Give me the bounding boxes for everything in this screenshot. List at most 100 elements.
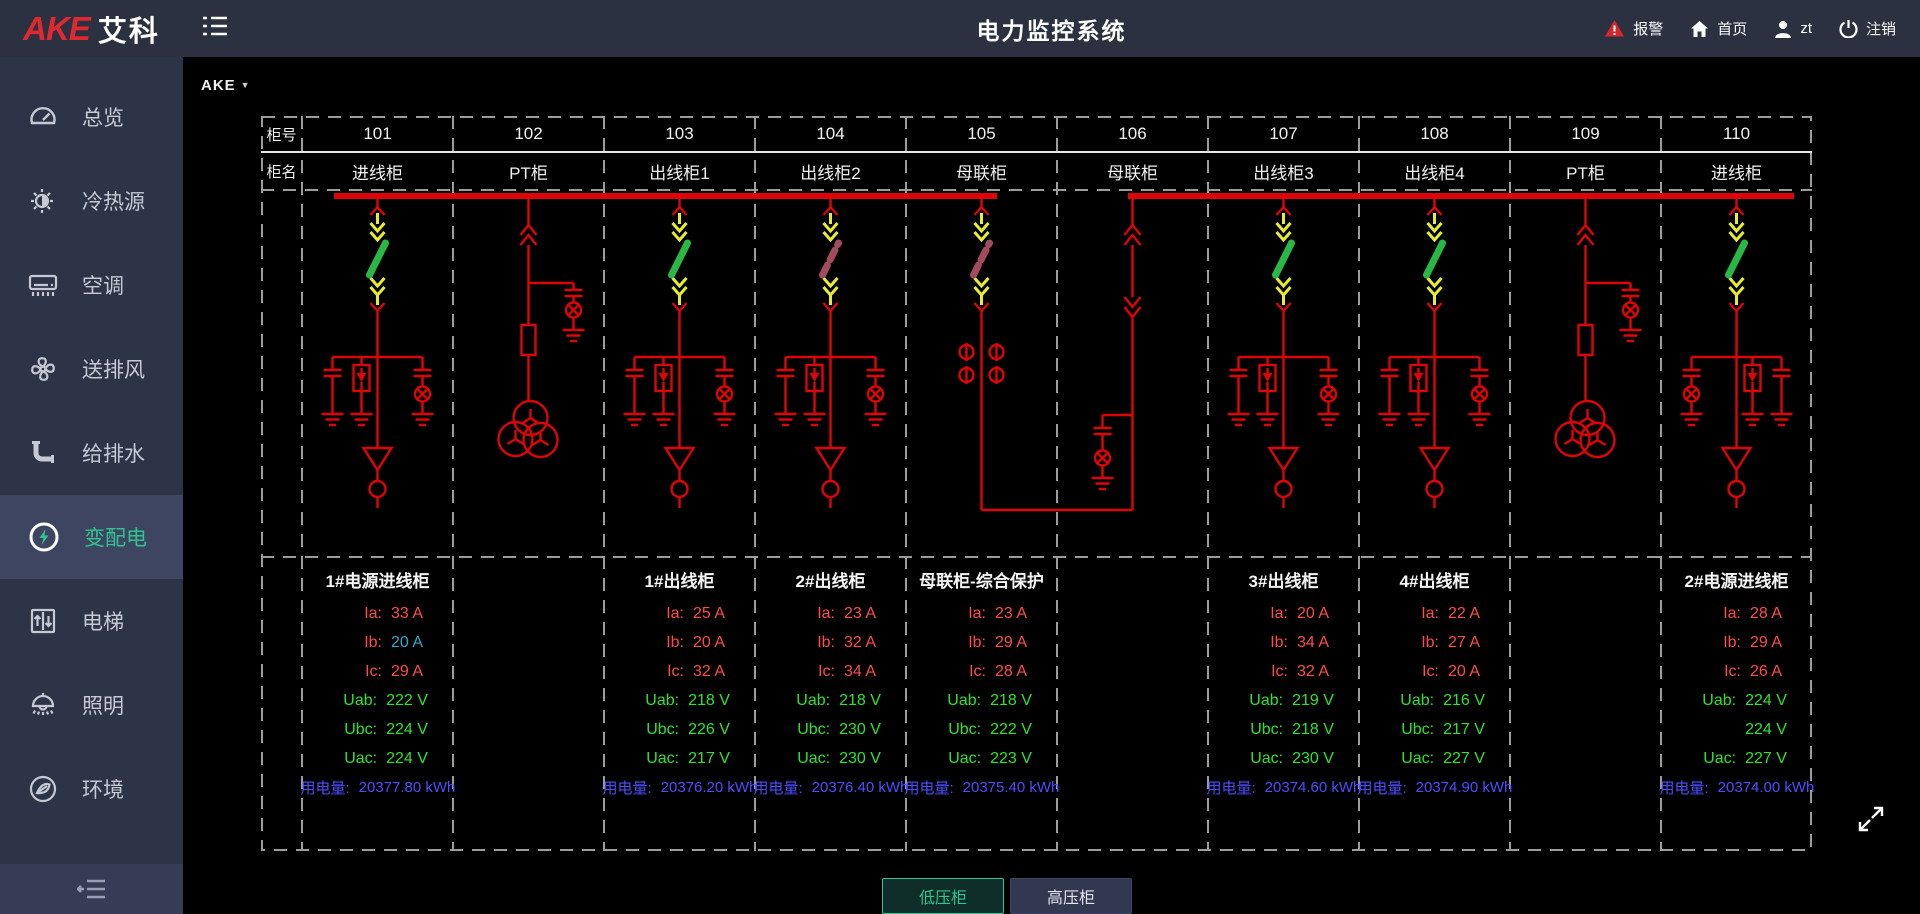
measurement-row: 用电量:20375.40 kWh (906, 773, 1057, 802)
data-cell: 2#电源进线柜Ia:28 AIb:29 AIc:26 AUab:224 V224… (1661, 557, 1812, 851)
measurement-row: Ic:28 A (906, 657, 1057, 686)
measurement-row: Ubc:222 V (906, 715, 1057, 744)
cabinet-no: 107 (1208, 116, 1359, 152)
collapse-menu-icon (77, 878, 107, 900)
cabinet-name: 出线柜4 (1359, 152, 1510, 190)
cabinet-name: 出线柜2 (755, 152, 906, 190)
region-selector[interactable]: AKE▼ (201, 77, 251, 94)
measurement-row: Uab:216 V (1359, 686, 1510, 715)
column-103-circuit (624, 199, 736, 508)
measurement-row: Uac:223 V (906, 744, 1057, 773)
pipe-icon (27, 437, 59, 469)
sidebar-item-hvac[interactable]: 空调 (0, 243, 183, 327)
measurement-row: Uab:218 V (755, 686, 906, 715)
sidebar-item-lighting[interactable]: 照明 (0, 663, 183, 747)
elevator-icon (27, 605, 59, 637)
user-icon (1774, 20, 1792, 38)
fullscreen-expand-icon[interactable] (1855, 803, 1887, 835)
cabinet-name: 母联柜 (906, 152, 1057, 190)
cabinet-no: 102 (453, 116, 604, 152)
panel-title: 3#出线柜 (1208, 565, 1359, 599)
measurement-row: Ia:23 A (906, 599, 1057, 628)
measurement-row: Uac:230 V (1208, 744, 1359, 773)
measurement-row: 用电量:20374.90 kWh (1359, 773, 1510, 802)
fan-icon (27, 353, 59, 385)
thermal-icon (27, 185, 59, 217)
low-voltage-tab[interactable]: 低压柜 (882, 878, 1004, 914)
cabinet-no: 103 (604, 116, 755, 152)
measurement-row: Uab:219 V (1208, 686, 1359, 715)
logo-text-en: AKE (23, 10, 90, 48)
alarm-button[interactable]: 报警 (1604, 18, 1663, 39)
measurement-row: Uab:222 V (302, 686, 453, 715)
menu-toggle-icon[interactable] (201, 14, 229, 43)
power-icon (1839, 19, 1858, 38)
breaker-107[interactable] (1276, 199, 1292, 315)
sidebar-collapse-button[interactable] (0, 864, 183, 914)
cabinet-no: 104 (755, 116, 906, 152)
measurement-row: Ia:22 A (1359, 599, 1510, 628)
column-110-circuit (1681, 199, 1793, 508)
cabinet-name: 进线柜 (1661, 152, 1812, 190)
measurement-row: Ib:27 A (1359, 628, 1510, 657)
data-row: 1#电源进线柜Ia:33 AIb:20 AIc:29 AUab:222 VUbc… (261, 557, 1812, 851)
measurement-row: 用电量:20376.20 kWh (604, 773, 755, 802)
single-line-diagram (261, 190, 1812, 557)
user-button[interactable]: zt (1774, 20, 1812, 38)
sidebar-nav: 总览 冷热源 空调 送排风 给排水 (0, 57, 183, 914)
measurement-row: Ia:20 A (1208, 599, 1359, 628)
sidebar-item-thermal[interactable]: 冷热源 (0, 159, 183, 243)
cabinet-name: 出线柜3 (1208, 152, 1359, 190)
breaker-101[interactable] (370, 199, 386, 315)
cabinet-name: PT柜 (1510, 152, 1661, 190)
measurement-row: Ib:20 A (604, 628, 755, 657)
measurement-row: Ib:29 A (1661, 628, 1812, 657)
breaker-110[interactable] (1729, 199, 1745, 315)
measurement-row: Uab:218 V (604, 686, 755, 715)
column-108-circuit (1379, 199, 1491, 508)
column-106-circuit (1092, 199, 1141, 510)
breaker-104[interactable] (823, 199, 839, 315)
panel-title: 4#出线柜 (1359, 565, 1510, 599)
cabinet-name: PT柜 (453, 152, 604, 190)
measurement-row: Ib:20 A (302, 628, 453, 657)
measurement-row: 用电量:20377.80 kWh (302, 773, 453, 802)
data-cell: 1#电源进线柜Ia:33 AIb:20 AIc:29 AUab:222 VUbc… (302, 557, 453, 851)
breaker-105[interactable] (974, 199, 990, 315)
column-107-circuit (1228, 199, 1340, 508)
measurement-row: 用电量:20376.40 kWh (755, 773, 906, 802)
power-distribution-icon (27, 520, 61, 554)
measurement-row: 224 V (1661, 715, 1812, 744)
logout-button[interactable]: 注销 (1839, 18, 1896, 39)
air-conditioner-icon (27, 269, 59, 301)
sidebar-item-elevator[interactable]: 电梯 (0, 579, 183, 663)
panel-title: 2#出线柜 (755, 565, 906, 599)
lamp-icon (27, 689, 59, 721)
sidebar-item-power-distribution[interactable]: 变配电 (0, 495, 183, 579)
measurement-row: Ubc:224 V (302, 715, 453, 744)
cabinet-no: 101 (302, 116, 453, 152)
measurement-row: Ic:34 A (755, 657, 906, 686)
measurement-row: 用电量:20374.60 kWh (1208, 773, 1359, 802)
cabinet-no-row: 柜号101102103104105106107108109110 (261, 116, 1812, 152)
measurement-row: Ib:34 A (1208, 628, 1359, 657)
home-button[interactable]: 首页 (1690, 18, 1747, 39)
measurement-row: Ic:32 A (1208, 657, 1359, 686)
sidebar-item-overview[interactable]: 总览 (0, 75, 183, 159)
measurement-row: Ic:20 A (1359, 657, 1510, 686)
breaker-108[interactable] (1427, 199, 1443, 315)
sidebar-item-fan[interactable]: 送排风 (0, 327, 183, 411)
panel-title: 1#电源进线柜 (302, 565, 453, 599)
sidebar-item-water[interactable]: 给排水 (0, 411, 183, 495)
measurement-row: Ia:33 A (302, 599, 453, 628)
measurement-row: Ia:23 A (755, 599, 906, 628)
panel-title: 1#出线柜 (604, 565, 755, 599)
column-101-circuit (322, 199, 434, 508)
breaker-103[interactable] (672, 199, 688, 315)
column-109-circuit (1556, 199, 1642, 457)
sidebar-item-environment[interactable]: 环境 (0, 747, 183, 831)
data-label-cell (261, 557, 302, 851)
measurement-row: Ic:26 A (1661, 657, 1812, 686)
column-102-circuit (499, 199, 585, 457)
high-voltage-tab[interactable]: 高压柜 (1010, 878, 1132, 914)
